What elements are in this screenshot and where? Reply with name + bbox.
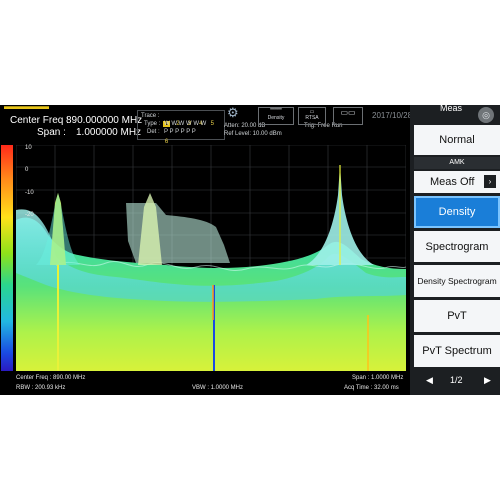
density-mode-label: Density (267, 115, 285, 121)
rtsa-label: RTSA (305, 115, 319, 121)
footer-vbw: VBW : 1.0000 MHz (192, 385, 244, 391)
span-label: Span : (37, 127, 66, 138)
trace-label: Trace : (141, 113, 160, 119)
pvt-button[interactable]: PvT (414, 300, 500, 332)
normal-button[interactable]: Normal (414, 125, 500, 155)
settings-gear-icon[interactable]: ⚙ (227, 105, 239, 121)
meas-off-button[interactable]: Meas Off › (414, 171, 500, 193)
meas-header-label: Meas (440, 105, 463, 113)
page-nav: ◀ 1/2 ▶ (414, 371, 500, 391)
density-color-scale (1, 145, 13, 371)
spectrum-plot[interactable] (15, 144, 407, 371)
meas-off-label: Meas Off (430, 176, 475, 188)
footer-span: Span : 1.0000 MHz (352, 375, 404, 381)
det-values: P P P P P P (164, 129, 196, 135)
density-mode-button[interactable]: ▔▔▔ Density (258, 107, 294, 125)
y-tick-label: 0 (25, 167, 29, 173)
y-tick-label: -20 (25, 212, 34, 218)
det-label: Det : (147, 129, 160, 135)
ref-level-readout: Ref Level: 10.00 dBm (224, 131, 282, 137)
type-values: W W W W W W (164, 121, 207, 127)
span-value[interactable]: 1.000000 MHz (76, 127, 141, 138)
spectrum-density-svg (15, 144, 407, 371)
density-spectrogram-button[interactable]: Density Spectrogram (414, 265, 500, 297)
next-page-icon[interactable]: ▶ (484, 375, 491, 386)
trace-info-box[interactable]: Trace : 1 2 3 4 5 6 Type : W W W W W W D… (137, 110, 225, 145)
type-label: Type : (144, 121, 161, 127)
spectrogram-button[interactable]: Spectrogram (414, 231, 500, 262)
center-freq-label: Center Freq : (10, 115, 69, 126)
density-button[interactable]: Density (414, 196, 500, 228)
page-indicator: 1/2 (450, 375, 463, 385)
date-readout: 2017/10/28 (372, 111, 413, 120)
screenshot-icon[interactable]: ◎ (478, 107, 494, 123)
footer-acq-time: Acq Time : 32.00 ms (344, 385, 399, 391)
amk-label: AMK (414, 157, 500, 169)
footer-rbw: RBW : 200.93 kHz (16, 385, 66, 391)
y-tick-label: 10 (25, 145, 32, 151)
center-freq-value[interactable]: 890.000000 MHz (66, 115, 142, 126)
brand-logo: ▬▬▬▬▬ (4, 105, 49, 111)
pvt-spectrum-button[interactable]: PvT Spectrum (414, 335, 500, 367)
prev-page-icon[interactable]: ◀ (426, 375, 433, 386)
footer-center-freq: Center Freq : 890.00 MHz (16, 375, 86, 381)
rtsa-button[interactable]: ▭ RTSA (298, 107, 326, 125)
screen-layout-icon[interactable]: ▭▭ (333, 107, 363, 125)
y-tick-label: -10 (25, 190, 34, 196)
trace-number[interactable]: 5 (209, 121, 216, 127)
chevron-right-icon: › (484, 175, 496, 188)
page: { "header": { "center_freq_label": "Cent… (0, 0, 500, 500)
measurement-menu-panel: Meas ◎ Normal AMK Meas Off › Density Spe… (410, 105, 500, 395)
analyzer-screen: ▬▬▬▬▬ Center Freq : 890.000000 MHz Span … (0, 105, 500, 395)
